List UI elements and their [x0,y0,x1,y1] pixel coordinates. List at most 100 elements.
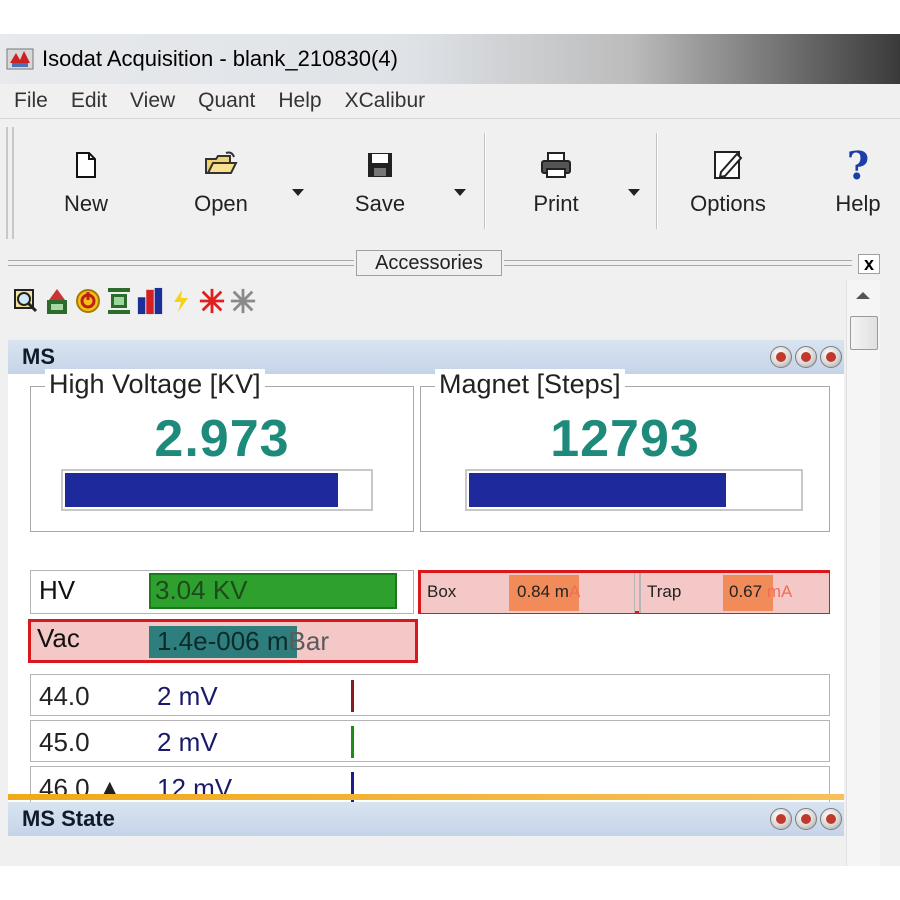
toolbar-separator [484,133,486,229]
printer-icon [540,145,572,185]
open-button[interactable]: Open [186,145,256,229]
menu-bar: File Edit View Quant Help XCalibur [0,84,900,118]
menu-view[interactable]: View [130,89,175,113]
hv-status-row: HV 3.04 KV [30,570,414,614]
accessories-header: Accessories x [0,250,900,278]
trap-label: Trap [647,582,682,601]
trap-value-number: 0.67 [729,582,763,601]
mass-row[interactable]: 45.0 2 mV [30,720,830,762]
print-label: Print [533,191,579,216]
accessories-title[interactable]: Accessories [356,250,502,276]
trap-icon[interactable] [105,284,133,318]
mass-signal: 2 mV [157,681,218,711]
pin-icon[interactable] [770,346,792,368]
high-voltage-meter [61,469,373,511]
open-folder-icon [204,145,238,185]
menu-xcalibur[interactable]: XCalibur [345,89,426,113]
help-button[interactable]: ? Help [828,142,888,229]
collapse-icon[interactable] [820,808,842,830]
magnifier-icon[interactable] [12,284,40,318]
vertical-scrollbar[interactable] [846,280,880,866]
print-dropdown-icon[interactable] [628,189,640,196]
mass-signal-tick [351,680,354,712]
box-value-unit: A [568,582,581,601]
save-disk-icon [366,145,394,185]
restore-icon[interactable] [795,808,817,830]
accessories-rule-left [8,260,354,266]
mass-signal-tick [351,726,354,758]
vac-label: Vac [37,623,80,653]
trap-value: 0.67 mA [729,582,792,602]
menu-help[interactable]: Help [278,89,321,113]
pin-icon[interactable] [770,808,792,830]
vac-value-number: 1.4e-006 m [157,626,289,656]
ms-section-title: MS [22,344,55,369]
lightning-icon[interactable] [167,284,195,318]
toolbar-separator [656,133,658,229]
open-dropdown-icon[interactable] [292,189,304,196]
menu-file[interactable]: File [14,89,48,113]
magnet-title: Magnet [Steps] [435,369,625,400]
collapse-icon[interactable] [820,346,842,368]
vac-value-unit: Bar [288,626,329,656]
hv-label: HV [39,575,76,605]
trap-current-cell: Trap 0.67 mA [639,573,829,613]
scroll-thumb[interactable] [850,316,878,350]
emission-current-row: Box 0.84 mA Trap 0.67 mA [418,570,830,614]
magnet-meter-fill [469,473,726,507]
ms-section-controls [767,346,842,368]
title-bar: Isodat Acquisition - blank_210830(4) [0,34,900,84]
high-voltage-group: High Voltage [KV] 2.973 [30,369,414,532]
high-voltage-title: High Voltage [KV] [45,369,265,400]
high-voltage-value: 2.973 [154,410,290,468]
accessories-close-button[interactable]: x [858,254,880,274]
magnet-meter [465,469,803,511]
ms-state-section-title: MS State [22,806,115,831]
new-document-icon [75,145,97,185]
vac-value: 1.4e-006 mBar [157,626,329,657]
save-label: Save [354,191,406,216]
new-button[interactable]: New [56,145,116,229]
ms-panel-body: High Voltage [KV] 2.973 Magnet [Steps] 1… [8,369,844,814]
hv-value: 3.04 KV [155,575,248,605]
mass-row[interactable]: 44.0 2 mV [30,674,830,716]
help-label: Help [835,191,881,216]
window-title: Isodat Acquisition - blank_210830(4) [42,46,398,71]
accessories-rule-right [504,260,852,266]
power-icon[interactable] [74,284,102,318]
save-dropdown-icon[interactable] [454,189,466,196]
mass-signal: 2 mV [157,727,218,757]
bar-chart-icon[interactable] [136,284,164,318]
box-value-number: 0.84 m [517,582,569,601]
help-question-icon: ? [846,142,870,188]
new-label: New [63,191,108,216]
mass-value: 44.0 [39,681,90,711]
restore-icon[interactable] [795,346,817,368]
section-divider [8,794,844,800]
accessories-icon-strip [12,280,260,322]
menu-edit[interactable]: Edit [71,89,107,113]
print-button[interactable]: Print [526,145,586,229]
magnet-value: 12793 [550,410,700,468]
high-voltage-meter-fill [65,473,339,507]
mass-value: 45.0 [39,727,90,757]
trap-value-unit: mA [766,582,793,601]
source-icon[interactable] [43,284,71,318]
scroll-up-icon[interactable] [856,292,870,299]
save-button[interactable]: Save [350,145,410,229]
red-star-icon[interactable] [198,284,226,318]
box-label: Box [427,582,457,601]
app-icon [6,45,34,73]
box-current-cell: Box 0.84 mA [421,573,635,613]
options-label: Options [690,191,766,216]
grey-star-icon[interactable] [229,284,257,318]
ms-state-section-controls [767,808,842,830]
options-notepad-icon [711,145,745,185]
options-button[interactable]: Options [682,145,774,229]
application-window: Isodat Acquisition - blank_210830(4) Fil… [0,34,900,866]
box-value: 0.84 mA [517,582,580,602]
toolbar-grip[interactable] [6,127,14,239]
magnet-group: Magnet [Steps] 12793 [420,369,830,532]
menu-quant[interactable]: Quant [198,89,255,113]
open-label: Open [194,191,248,216]
